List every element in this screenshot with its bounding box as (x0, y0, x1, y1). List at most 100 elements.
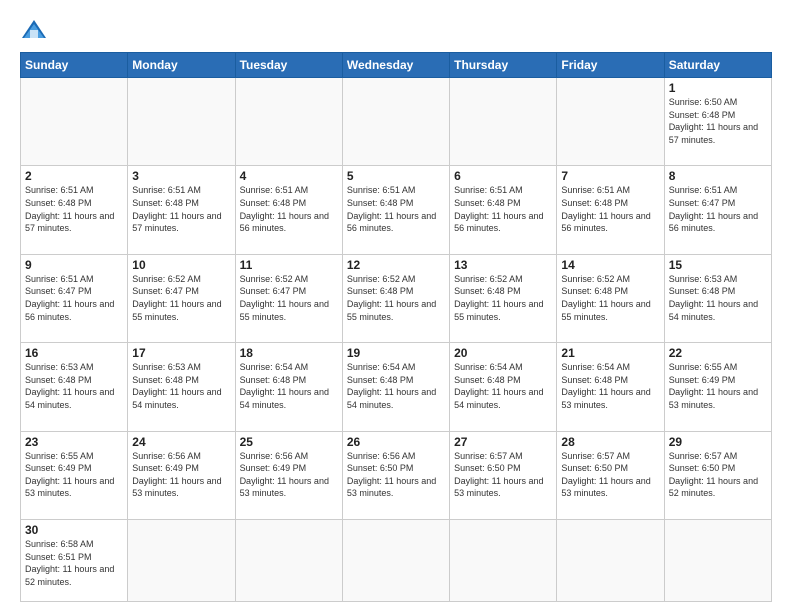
cell-info: Sunrise: 6:56 AM Sunset: 6:50 PM Dayligh… (347, 450, 445, 500)
cell-info: Sunrise: 6:51 AM Sunset: 6:48 PM Dayligh… (347, 184, 445, 234)
calendar-cell: 17Sunrise: 6:53 AM Sunset: 6:48 PM Dayli… (128, 343, 235, 431)
calendar-cell: 23Sunrise: 6:55 AM Sunset: 6:49 PM Dayli… (21, 431, 128, 519)
calendar-cell (450, 519, 557, 601)
cell-info: Sunrise: 6:54 AM Sunset: 6:48 PM Dayligh… (240, 361, 338, 411)
calendar-cell: 8Sunrise: 6:51 AM Sunset: 6:47 PM Daylig… (664, 166, 771, 254)
header (20, 16, 772, 44)
calendar-cell: 13Sunrise: 6:52 AM Sunset: 6:48 PM Dayli… (450, 254, 557, 342)
calendar-cell: 2Sunrise: 6:51 AM Sunset: 6:48 PM Daylig… (21, 166, 128, 254)
weekday-wednesday: Wednesday (342, 53, 449, 78)
day-number: 23 (25, 435, 123, 449)
day-number: 8 (669, 169, 767, 183)
day-number: 19 (347, 346, 445, 360)
day-number: 24 (132, 435, 230, 449)
cell-info: Sunrise: 6:52 AM Sunset: 6:47 PM Dayligh… (240, 273, 338, 323)
cell-info: Sunrise: 6:51 AM Sunset: 6:47 PM Dayligh… (669, 184, 767, 234)
day-number: 7 (561, 169, 659, 183)
day-number: 9 (25, 258, 123, 272)
day-number: 3 (132, 169, 230, 183)
weekday-friday: Friday (557, 53, 664, 78)
calendar-cell: 11Sunrise: 6:52 AM Sunset: 6:47 PM Dayli… (235, 254, 342, 342)
week-row-2: 9Sunrise: 6:51 AM Sunset: 6:47 PM Daylig… (21, 254, 772, 342)
calendar-cell: 27Sunrise: 6:57 AM Sunset: 6:50 PM Dayli… (450, 431, 557, 519)
cell-info: Sunrise: 6:54 AM Sunset: 6:48 PM Dayligh… (347, 361, 445, 411)
calendar-cell (342, 78, 449, 166)
cell-info: Sunrise: 6:57 AM Sunset: 6:50 PM Dayligh… (561, 450, 659, 500)
cell-info: Sunrise: 6:51 AM Sunset: 6:48 PM Dayligh… (132, 184, 230, 234)
calendar-cell: 12Sunrise: 6:52 AM Sunset: 6:48 PM Dayli… (342, 254, 449, 342)
logo (20, 16, 52, 44)
calendar-cell: 14Sunrise: 6:52 AM Sunset: 6:48 PM Dayli… (557, 254, 664, 342)
cell-info: Sunrise: 6:52 AM Sunset: 6:48 PM Dayligh… (347, 273, 445, 323)
calendar-cell: 16Sunrise: 6:53 AM Sunset: 6:48 PM Dayli… (21, 343, 128, 431)
day-number: 25 (240, 435, 338, 449)
cell-info: Sunrise: 6:53 AM Sunset: 6:48 PM Dayligh… (25, 361, 123, 411)
calendar-cell: 19Sunrise: 6:54 AM Sunset: 6:48 PM Dayli… (342, 343, 449, 431)
cell-info: Sunrise: 6:52 AM Sunset: 6:48 PM Dayligh… (454, 273, 552, 323)
calendar-cell: 21Sunrise: 6:54 AM Sunset: 6:48 PM Dayli… (557, 343, 664, 431)
calendar-cell (450, 78, 557, 166)
cell-info: Sunrise: 6:51 AM Sunset: 6:47 PM Dayligh… (25, 273, 123, 323)
calendar-cell: 30Sunrise: 6:58 AM Sunset: 6:51 PM Dayli… (21, 519, 128, 601)
cell-info: Sunrise: 6:54 AM Sunset: 6:48 PM Dayligh… (454, 361, 552, 411)
day-number: 1 (669, 81, 767, 95)
calendar-cell: 5Sunrise: 6:51 AM Sunset: 6:48 PM Daylig… (342, 166, 449, 254)
cell-info: Sunrise: 6:51 AM Sunset: 6:48 PM Dayligh… (454, 184, 552, 234)
calendar-cell (557, 519, 664, 601)
day-number: 27 (454, 435, 552, 449)
cell-info: Sunrise: 6:58 AM Sunset: 6:51 PM Dayligh… (25, 538, 123, 588)
day-number: 14 (561, 258, 659, 272)
calendar-cell: 3Sunrise: 6:51 AM Sunset: 6:48 PM Daylig… (128, 166, 235, 254)
day-number: 6 (454, 169, 552, 183)
calendar-cell (128, 519, 235, 601)
calendar-cell (128, 78, 235, 166)
day-number: 21 (561, 346, 659, 360)
cell-info: Sunrise: 6:55 AM Sunset: 6:49 PM Dayligh… (669, 361, 767, 411)
day-number: 15 (669, 258, 767, 272)
day-number: 30 (25, 523, 123, 537)
week-row-1: 2Sunrise: 6:51 AM Sunset: 6:48 PM Daylig… (21, 166, 772, 254)
calendar-cell: 29Sunrise: 6:57 AM Sunset: 6:50 PM Dayli… (664, 431, 771, 519)
calendar-cell: 25Sunrise: 6:56 AM Sunset: 6:49 PM Dayli… (235, 431, 342, 519)
cell-info: Sunrise: 6:56 AM Sunset: 6:49 PM Dayligh… (132, 450, 230, 500)
day-number: 26 (347, 435, 445, 449)
day-number: 17 (132, 346, 230, 360)
week-row-3: 16Sunrise: 6:53 AM Sunset: 6:48 PM Dayli… (21, 343, 772, 431)
cell-info: Sunrise: 6:52 AM Sunset: 6:47 PM Dayligh… (132, 273, 230, 323)
calendar-cell (342, 519, 449, 601)
calendar-cell: 15Sunrise: 6:53 AM Sunset: 6:48 PM Dayli… (664, 254, 771, 342)
calendar-cell: 9Sunrise: 6:51 AM Sunset: 6:47 PM Daylig… (21, 254, 128, 342)
calendar-cell (235, 78, 342, 166)
week-row-0: 1Sunrise: 6:50 AM Sunset: 6:48 PM Daylig… (21, 78, 772, 166)
calendar-cell (21, 78, 128, 166)
weekday-saturday: Saturday (664, 53, 771, 78)
cell-info: Sunrise: 6:53 AM Sunset: 6:48 PM Dayligh… (669, 273, 767, 323)
calendar-cell (664, 519, 771, 601)
day-number: 5 (347, 169, 445, 183)
cell-info: Sunrise: 6:56 AM Sunset: 6:49 PM Dayligh… (240, 450, 338, 500)
weekday-header-row: SundayMondayTuesdayWednesdayThursdayFrid… (21, 53, 772, 78)
cell-info: Sunrise: 6:51 AM Sunset: 6:48 PM Dayligh… (240, 184, 338, 234)
calendar-cell: 4Sunrise: 6:51 AM Sunset: 6:48 PM Daylig… (235, 166, 342, 254)
weekday-thursday: Thursday (450, 53, 557, 78)
cell-info: Sunrise: 6:54 AM Sunset: 6:48 PM Dayligh… (561, 361, 659, 411)
cell-info: Sunrise: 6:51 AM Sunset: 6:48 PM Dayligh… (25, 184, 123, 234)
day-number: 28 (561, 435, 659, 449)
cell-info: Sunrise: 6:57 AM Sunset: 6:50 PM Dayligh… (454, 450, 552, 500)
calendar-cell: 20Sunrise: 6:54 AM Sunset: 6:48 PM Dayli… (450, 343, 557, 431)
cell-info: Sunrise: 6:50 AM Sunset: 6:48 PM Dayligh… (669, 96, 767, 146)
day-number: 16 (25, 346, 123, 360)
day-number: 20 (454, 346, 552, 360)
calendar-cell: 28Sunrise: 6:57 AM Sunset: 6:50 PM Dayli… (557, 431, 664, 519)
day-number: 10 (132, 258, 230, 272)
calendar-cell (235, 519, 342, 601)
calendar-cell: 18Sunrise: 6:54 AM Sunset: 6:48 PM Dayli… (235, 343, 342, 431)
page: SundayMondayTuesdayWednesdayThursdayFrid… (0, 0, 792, 612)
day-number: 2 (25, 169, 123, 183)
calendar-table: SundayMondayTuesdayWednesdayThursdayFrid… (20, 52, 772, 602)
day-number: 12 (347, 258, 445, 272)
weekday-tuesday: Tuesday (235, 53, 342, 78)
calendar-cell: 6Sunrise: 6:51 AM Sunset: 6:48 PM Daylig… (450, 166, 557, 254)
day-number: 4 (240, 169, 338, 183)
day-number: 18 (240, 346, 338, 360)
